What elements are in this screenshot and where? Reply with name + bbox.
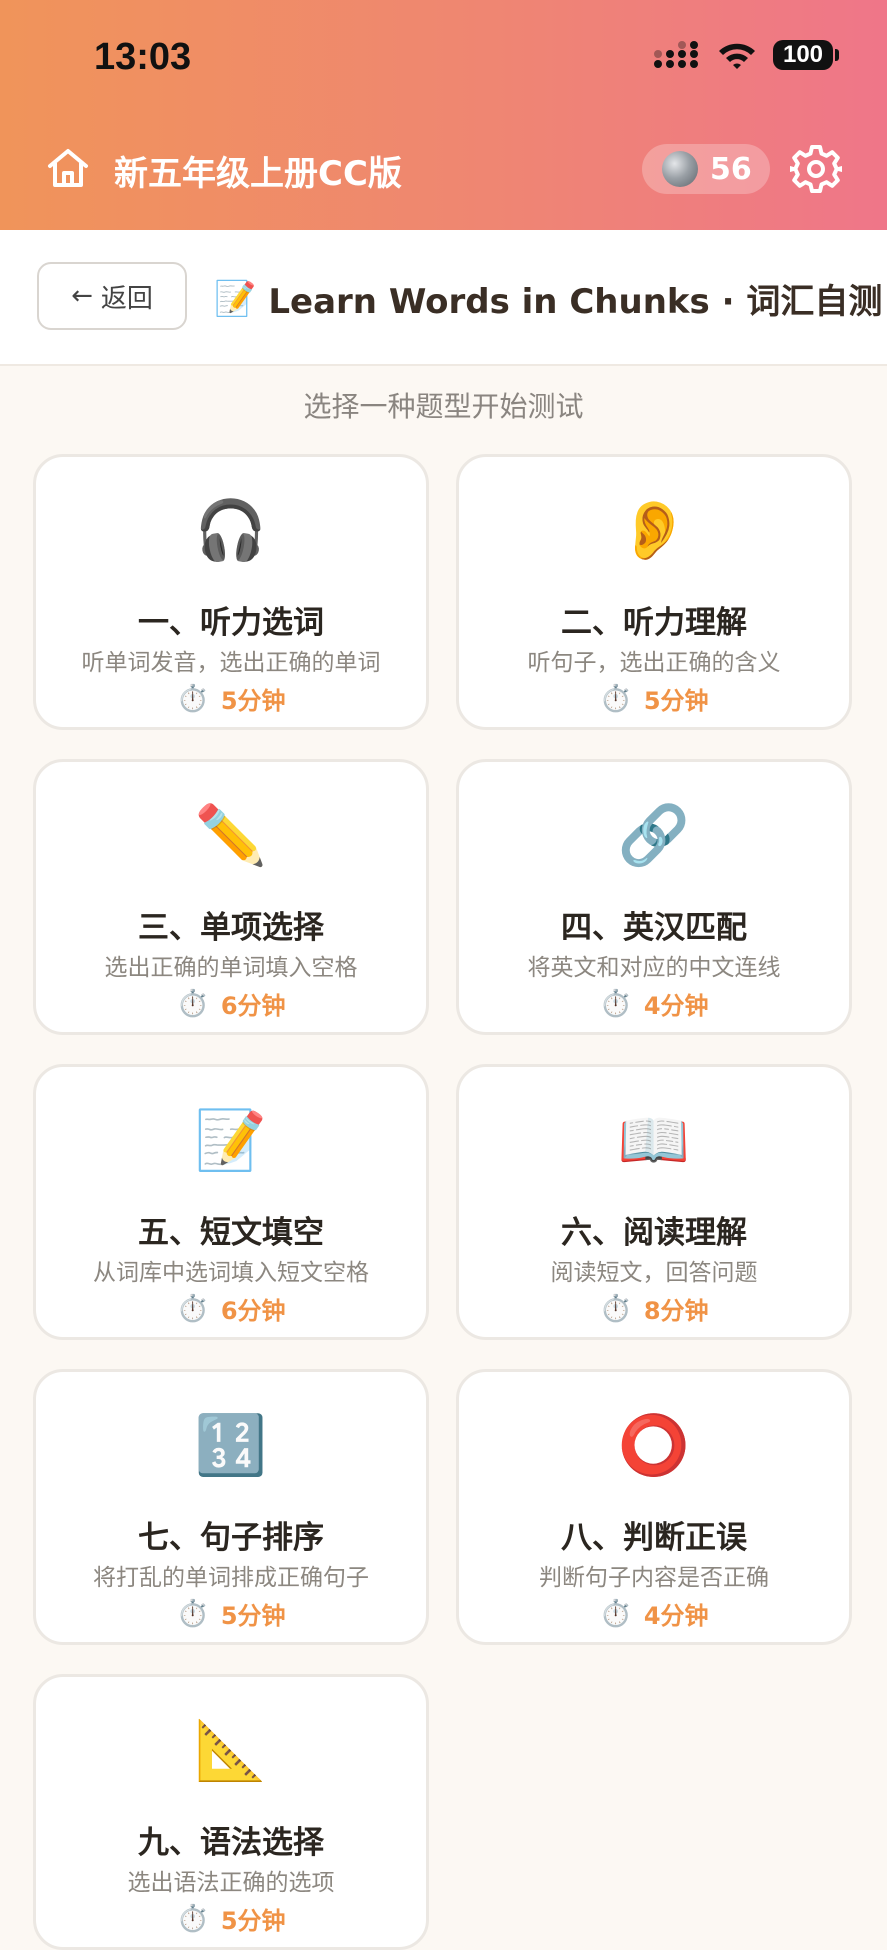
quiz-card-matching[interactable]: 🔗 四、英汉匹配 将英文和对应的中文连线 ⏱️ 4分钟 — [456, 759, 852, 1035]
card-title: 七、句子排序 — [138, 1520, 324, 1556]
quiz-card-sentence-order[interactable]: 🔢 七、句子排序 将打乱的单词排成正确句子 ⏱️ 5分钟 — [33, 1369, 429, 1645]
duration-text: 5分钟 — [220, 1907, 286, 1935]
card-title: 二、听力理解 — [561, 605, 747, 641]
card-duration: ⏱️ 4分钟 — [459, 986, 849, 1021]
quiz-card-reading[interactable]: 📖 六、阅读理解 阅读短文，回答问题 ⏱️ 8分钟 — [456, 1064, 852, 1340]
card-duration: ⏱️ 4分钟 — [459, 1596, 849, 1631]
card-duration: ⏱️ 6分钟 — [36, 1291, 426, 1326]
stopwatch-icon: ⏱️ — [599, 988, 632, 1019]
memo-icon: 📝 — [214, 278, 257, 319]
memo-icon: 📝 — [194, 1106, 268, 1174]
duration-text: 6分钟 — [220, 1297, 286, 1325]
card-description: 选出语法正确的选项 — [127, 1870, 335, 1896]
duration-text: 5分钟 — [643, 687, 709, 715]
duration-text: 8分钟 — [643, 1297, 709, 1325]
card-duration: ⏱️ 8分钟 — [459, 1291, 849, 1326]
stopwatch-icon: ⏱️ — [599, 1598, 632, 1629]
coin-count: 56 — [710, 151, 752, 187]
coin-icon — [662, 151, 698, 187]
pencil-icon: ✏️ — [194, 801, 268, 869]
quiz-card-listening-comprehension[interactable]: 👂 二、听力理解 听句子，选出正确的含义 ⏱️ 5分钟 — [456, 454, 852, 730]
card-duration: ⏱️ 5分钟 — [36, 1901, 426, 1936]
card-title: 八、判断正误 — [561, 1520, 747, 1556]
card-description: 阅读短文，回答问题 — [550, 1260, 758, 1286]
back-label: 返回 — [100, 283, 153, 314]
card-duration: ⏱️ 5分钟 — [36, 1596, 426, 1631]
ear-icon: 👂 — [617, 496, 691, 564]
quiz-card-cloze[interactable]: 📝 五、短文填空 从词库中选词填入短文空格 ⏱️ 6分钟 — [33, 1064, 429, 1340]
duration-text: 5分钟 — [220, 1602, 286, 1630]
duration-text: 5分钟 — [220, 687, 286, 715]
card-duration: ⏱️ 5分钟 — [459, 681, 849, 716]
stopwatch-icon: ⏱️ — [176, 1293, 209, 1324]
card-title: 一、听力选词 — [138, 605, 324, 641]
card-title: 四、英汉匹配 — [561, 910, 747, 946]
card-duration: ⏱️ 5分钟 — [36, 681, 426, 716]
signal-icon — [654, 41, 698, 68]
quiz-card-grammar[interactable]: 📐 九、语法选择 选出语法正确的选项 ⏱️ 5分钟 — [33, 1674, 429, 1950]
status-icons: 100 — [653, 40, 839, 70]
page-title: 📝 Learn Words in Chunks · 词汇自测 — [214, 274, 882, 323]
card-title: 五、短文填空 — [138, 1215, 324, 1251]
duration-text: 4分钟 — [643, 1602, 709, 1630]
page-subheader: ← 返回 📝 Learn Words in Chunks · 词汇自测 — [0, 230, 887, 366]
wifi-icon — [719, 43, 755, 69]
status-time: 13:03 — [94, 36, 192, 78]
stopwatch-icon: ⏱️ — [599, 1293, 632, 1324]
link-icon: 🔗 — [617, 801, 691, 869]
stopwatch-icon: ⏱️ — [176, 683, 209, 714]
stopwatch-icon: ⏱️ — [176, 1903, 209, 1934]
page-title-text: Learn Words in Chunks · 词汇自测 — [268, 282, 883, 322]
stopwatch-icon: ⏱️ — [176, 1598, 209, 1629]
stopwatch-icon: ⏱️ — [176, 988, 209, 1019]
card-description: 将打乱的单词排成正确句子 — [93, 1565, 369, 1591]
card-description: 判断句子内容是否正确 — [539, 1565, 769, 1591]
quiz-card-single-choice[interactable]: ✏️ 三、单项选择 选出正确的单词填入空格 ⏱️ 6分钟 — [33, 759, 429, 1035]
card-description: 将英文和对应的中文连线 — [527, 955, 781, 981]
home-icon[interactable] — [46, 146, 90, 190]
card-description: 选出正确的单词填入空格 — [104, 955, 358, 981]
quiz-card-true-false[interactable]: ⭕ 八、判断正误 判断句子内容是否正确 ⏱️ 4分钟 — [456, 1369, 852, 1645]
card-description: 听单词发音，选出正确的单词 — [81, 650, 381, 676]
card-description: 从词库中选词填入短文空格 — [93, 1260, 369, 1286]
duration-text: 4分钟 — [643, 992, 709, 1020]
circle-icon: ⭕ — [617, 1411, 691, 1479]
card-title: 六、阅读理解 — [561, 1215, 747, 1251]
duration-text: 6分钟 — [220, 992, 286, 1020]
back-button[interactable]: ← 返回 — [37, 262, 187, 330]
battery-indicator: 100 — [773, 40, 839, 70]
card-description: 听句子，选出正确的含义 — [527, 650, 781, 676]
open-book-icon: 📖 — [617, 1106, 691, 1174]
numbers-icon: 🔢 — [194, 1411, 268, 1479]
stopwatch-icon: ⏱️ — [599, 683, 632, 714]
card-title: 九、语法选择 — [138, 1825, 324, 1861]
app-header: 13:03 100 新五年级上册CC版 56 — [0, 0, 887, 230]
headphones-icon: 🎧 — [194, 496, 268, 564]
gear-icon[interactable] — [790, 143, 842, 195]
app-title: 新五年级上册CC版 — [114, 154, 402, 194]
quiz-card-listening-choice[interactable]: 🎧 一、听力选词 听单词发音，选出正确的单词 ⏱️ 5分钟 — [33, 454, 429, 730]
card-title: 三、单项选择 — [138, 910, 324, 946]
card-duration: ⏱️ 6分钟 — [36, 986, 426, 1021]
coin-balance[interactable]: 56 — [642, 144, 770, 194]
back-arrow-icon: ← — [71, 281, 93, 311]
instruction-text: 选择一种题型开始测试 — [303, 390, 584, 423]
triangle-ruler-icon: 📐 — [194, 1716, 268, 1784]
